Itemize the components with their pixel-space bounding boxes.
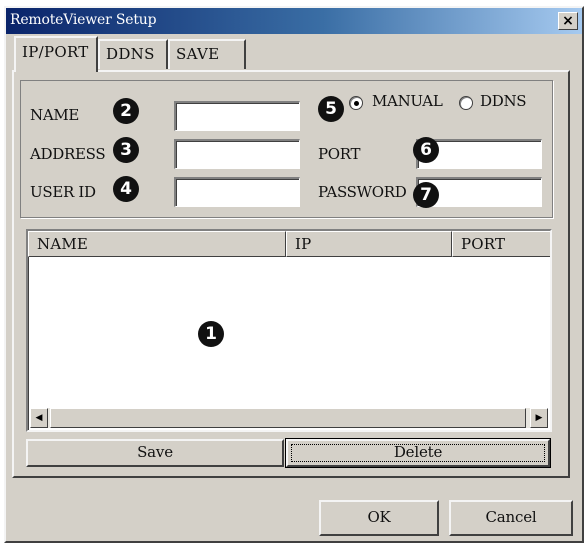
callout-5: 5 [318,96,344,122]
tab-save-label: SAVE [176,45,220,63]
callout-6: 6 [413,137,439,163]
window-title: RemoteViewer Setup [10,12,157,28]
tab-panel-ip-port [12,70,570,478]
tab-ddns-label: DDNS [106,45,155,63]
ok-button-label: OK [367,508,391,526]
close-button[interactable]: × [558,12,578,30]
tab-save[interactable]: SAVE [168,39,246,69]
callout-4: 4 [113,176,139,202]
callout-7: 7 [413,182,439,208]
tab-ddns[interactable]: DDNS [98,39,168,69]
ok-button[interactable]: OK [319,500,439,536]
close-icon: × [562,13,574,29]
tab-ip-port[interactable]: IP/PORT [14,36,98,72]
callout-1: 1 [198,321,224,347]
callout-3: 3 [113,137,139,163]
cancel-button[interactable]: Cancel [449,500,573,536]
cancel-button-label: Cancel [485,508,537,526]
title-bar[interactable]: RemoteViewer Setup × [6,8,582,34]
callout-2: 2 [113,98,139,124]
tab-ip-port-label: IP/PORT [22,43,89,61]
